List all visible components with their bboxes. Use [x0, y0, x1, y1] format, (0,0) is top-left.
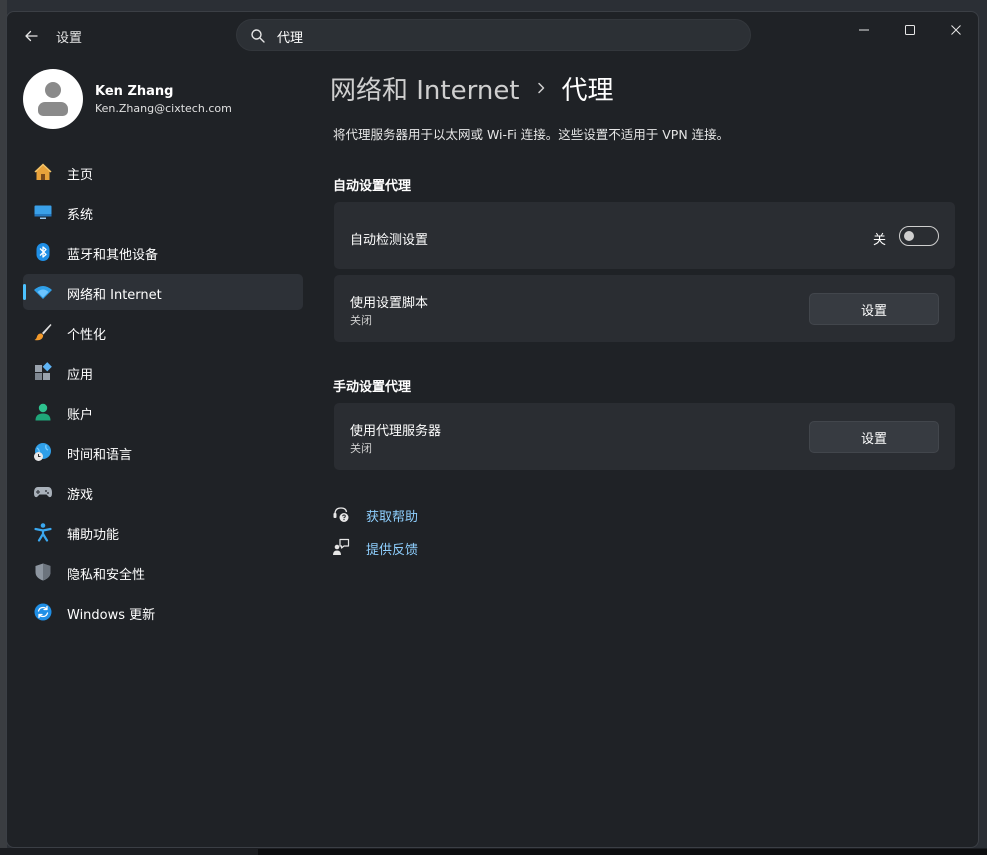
feedback-link[interactable]: 提供反馈	[332, 537, 418, 558]
search-icon	[251, 29, 265, 43]
update-icon	[34, 603, 52, 621]
page-description: 将代理服务器用于以太网或 Wi-Fi 连接。这些设置不适用于 VPN 连接。	[333, 127, 730, 142]
chevron-right-icon	[536, 81, 546, 95]
minimize-button[interactable]	[841, 16, 887, 44]
proxy-server-settings-button[interactable]: 设置	[809, 421, 939, 453]
user-email: Ken.Zhang@cixtech.com	[95, 102, 232, 115]
sidebar-item-bluetooth[interactable]: 蓝牙和其他设备	[23, 234, 303, 270]
sidebar-item-privacy[interactable]: 隐私和安全性	[23, 554, 303, 590]
desktop-taskbar-strip	[258, 849, 987, 855]
proxy-server-status: 关闭	[350, 442, 372, 455]
feedback-text[interactable]: 提供反馈	[366, 539, 418, 558]
settings-window: 设置 Ken Zhang Ken.Zhang@cixtech.com 主页	[6, 11, 979, 848]
sidebar-item-label: 主页	[67, 168, 94, 183]
sidebar-item-label: 系统	[67, 208, 94, 223]
proxy-server-label: 使用代理服务器	[350, 424, 442, 439]
gamepad-icon	[34, 487, 52, 498]
avatar-head	[45, 82, 61, 98]
sidebar-item-label: 隐私和安全性	[67, 568, 146, 583]
sidebar-item-home[interactable]: 主页	[23, 154, 303, 190]
sidebar-item-time-language[interactable]: 时间和语言	[23, 434, 303, 470]
back-button[interactable]	[19, 24, 43, 48]
accessibility-icon	[34, 523, 52, 542]
sidebar-item-label: 网络和 Internet	[67, 288, 162, 303]
setup-script-settings-button[interactable]: 设置	[809, 293, 939, 325]
proxy-server-card: 使用代理服务器 关闭 设置	[334, 403, 955, 470]
section-title-manual: 手动设置代理	[333, 380, 412, 395]
maximize-icon	[905, 25, 915, 35]
help-icon	[333, 507, 349, 522]
sidebar-item-accounts[interactable]: 账户	[23, 394, 303, 430]
avatar-body	[38, 102, 68, 116]
section-title-auto: 自动设置代理	[333, 179, 412, 194]
apps-icon	[35, 362, 52, 380]
user-name: Ken Zhang	[95, 84, 174, 99]
breadcrumb-parent-link[interactable]: 网络和 Internet	[330, 70, 520, 107]
sidebar-item-apps[interactable]: 应用	[23, 354, 303, 390]
sidebar-item-label: 游戏	[67, 488, 94, 503]
account-icon	[35, 403, 51, 421]
setup-script-label: 使用设置脚本	[350, 296, 429, 311]
brush-icon	[34, 324, 52, 341]
sidebar-item-label: 时间和语言	[67, 448, 133, 463]
sidebar-item-label: 应用	[67, 368, 94, 383]
auto-detect-card[interactable]: 自动检测设置 关	[334, 202, 955, 269]
minimize-icon	[859, 29, 869, 31]
avatar[interactable]	[23, 69, 83, 129]
setup-script-card: 使用设置脚本 关闭 设置	[334, 275, 955, 342]
sidebar-item-label: Windows 更新	[67, 608, 156, 623]
sidebar-item-accessibility[interactable]: 辅助功能	[23, 514, 303, 550]
close-button[interactable]	[933, 16, 978, 44]
home-icon	[34, 163, 52, 180]
toggle-state-label: 关	[873, 233, 887, 248]
sidebar-item-label: 辅助功能	[67, 528, 120, 543]
back-arrow-icon	[25, 30, 38, 42]
feedback-icon	[333, 538, 350, 555]
shield-icon	[35, 563, 51, 581]
breadcrumb: 网络和 Internet 代理	[330, 70, 614, 106]
get-help-link[interactable]: 获取帮助	[332, 504, 418, 525]
close-icon	[951, 25, 961, 35]
monitor-icon	[34, 205, 52, 219]
app-title: 设置	[56, 31, 83, 46]
sidebar-item-gaming[interactable]: 游戏	[23, 474, 303, 510]
sidebar-item-label: 个性化	[67, 328, 107, 343]
setup-script-status: 关闭	[350, 314, 372, 327]
page-title: 代理	[561, 75, 614, 106]
auto-detect-label: 自动检测设置	[350, 233, 429, 248]
sidebar-item-network[interactable]: 网络和 Internet	[23, 274, 303, 310]
active-indicator	[23, 284, 26, 300]
sidebar-item-label: 账户	[67, 408, 94, 423]
sidebar-item-system[interactable]: 系统	[23, 194, 303, 230]
wifi-icon	[34, 286, 52, 299]
auto-detect-toggle[interactable]	[899, 226, 939, 246]
globe-clock-icon	[34, 443, 51, 461]
search-input[interactable]	[277, 26, 717, 46]
sidebar-item-label: 蓝牙和其他设备	[67, 248, 159, 263]
sidebar-item-personalization[interactable]: 个性化	[23, 314, 303, 350]
sidebar-nav: 主页 系统 蓝牙和其他设备 网络和 Internet 个性化 应用 账户 时间和…	[23, 154, 303, 634]
sidebar-item-windows-update[interactable]: Windows 更新	[23, 594, 303, 630]
maximize-button[interactable]	[887, 16, 933, 44]
get-help-text[interactable]: 获取帮助	[366, 506, 418, 525]
toggle-knob	[904, 231, 914, 241]
bluetooth-icon	[36, 243, 50, 261]
search-box[interactable]	[236, 19, 751, 51]
